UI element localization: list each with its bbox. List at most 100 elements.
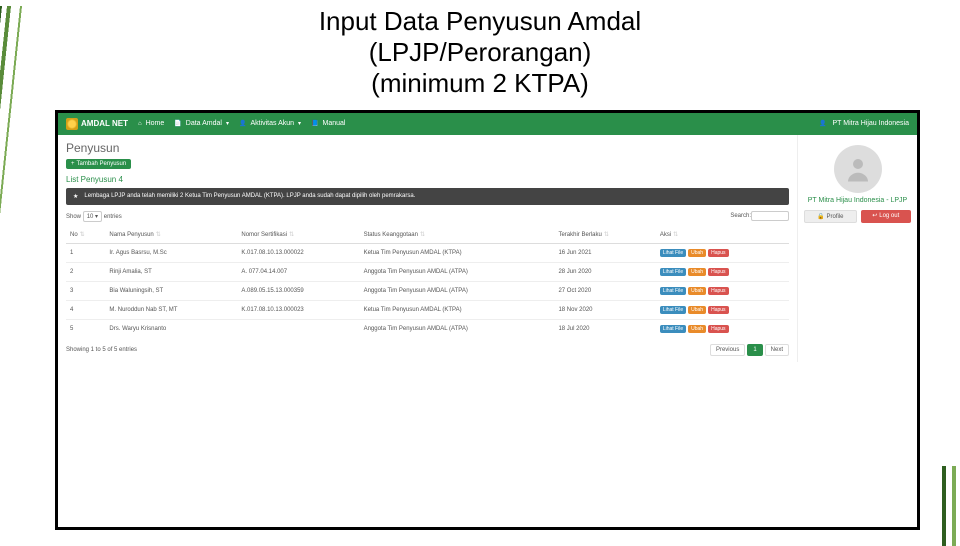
pager-current[interactable]: 1 bbox=[747, 344, 762, 356]
table-controls: Show 10 ▾ entries Search: bbox=[66, 211, 789, 222]
lihat-file-button[interactable]: Lihat File bbox=[660, 268, 686, 276]
lihat-file-button[interactable]: Lihat File bbox=[660, 287, 686, 295]
penyusun-table: No⇅ Nama Penyusun⇅ Nomor Sertifikasi⇅ St… bbox=[66, 226, 789, 338]
decoration-stripe-right bbox=[936, 466, 960, 546]
nav-home[interactable]: Home bbox=[138, 120, 164, 127]
nav-data-amdal[interactable]: Data Amdal bbox=[174, 120, 229, 127]
cell-nama: Rinji Amalia, ST bbox=[105, 262, 237, 281]
cell-nomor: A. 077.04.14.007 bbox=[237, 262, 359, 281]
side-panel: PT Mitra Hijau Indonesia - LPJP Profile … bbox=[797, 135, 917, 362]
slide-title-l2: (LPJP/Perorangan) bbox=[0, 37, 960, 68]
cell-status: Anggota Tim Penyusun AMDAL (ATPA) bbox=[360, 281, 555, 300]
showing-info: Showing 1 to 5 of 5 entries bbox=[66, 347, 137, 353]
alert-text: Lembaga LPJP anda telah memiliki 2 Ketua… bbox=[84, 193, 415, 199]
cell-berlaku: 16 Jun 2021 bbox=[554, 243, 655, 262]
search-input[interactable] bbox=[751, 211, 789, 221]
cell-nomor bbox=[237, 319, 359, 338]
col-nama[interactable]: Nama Penyusun⇅ bbox=[105, 226, 237, 244]
lihat-file-button[interactable]: Lihat File bbox=[660, 306, 686, 314]
cell-berlaku: 28 Jun 2020 bbox=[554, 262, 655, 281]
table-row: 3Bia Waluningsih, STA.089.05.15.13.00035… bbox=[66, 281, 789, 300]
cell-no: 3 bbox=[66, 281, 105, 300]
cell-berlaku: 27 Oct 2020 bbox=[554, 281, 655, 300]
screenshot-frame: AMDAL NET Home Data Amdal Aktivitas Akun… bbox=[55, 110, 920, 530]
hapus-button[interactable]: Hapus bbox=[708, 287, 728, 295]
cell-aksi: Lihat FileUbahHapus bbox=[656, 243, 789, 262]
nav-manual[interactable]: Manual bbox=[311, 120, 345, 127]
search-group: Search: bbox=[730, 213, 789, 219]
avatar bbox=[834, 145, 882, 193]
navbar: AMDAL NET Home Data Amdal Aktivitas Akun… bbox=[58, 113, 917, 135]
cell-aksi: Lihat FileUbahHapus bbox=[656, 319, 789, 338]
star-icon bbox=[73, 193, 80, 200]
table-footer: Showing 1 to 5 of 5 entries Previous 1 N… bbox=[66, 344, 789, 356]
col-nomor[interactable]: Nomor Sertifikasi⇅ bbox=[237, 226, 359, 244]
slide-title-l1: Input Data Penyusun Amdal bbox=[0, 6, 960, 37]
cell-status: Ketua Tim Penyusun AMDAL (KTPA) bbox=[360, 243, 555, 262]
cell-status: Anggota Tim Penyusun AMDAL (ATPA) bbox=[360, 262, 555, 281]
table-row: 5Drs. Waryu Krisnanto Anggota Tim Penyusu… bbox=[66, 319, 789, 338]
user-icon bbox=[819, 120, 828, 127]
cell-nama: M. Nuroddun Nab ST, MT bbox=[105, 300, 237, 319]
cell-aksi: Lihat FileUbahHapus bbox=[656, 281, 789, 300]
profile-button[interactable]: Profile bbox=[804, 210, 857, 223]
brand-text: AMDAL NET bbox=[81, 119, 128, 128]
navbar-left: AMDAL NET Home Data Amdal Aktivitas Akun… bbox=[66, 118, 346, 130]
ubah-button[interactable]: Ubah bbox=[688, 287, 706, 295]
cell-aksi: Lihat FileUbahHapus bbox=[656, 262, 789, 281]
hapus-button[interactable]: Hapus bbox=[708, 306, 728, 314]
lihat-file-button[interactable]: Lihat File bbox=[660, 325, 686, 333]
navbar-right[interactable]: PT Mitra Hijau Indonesia bbox=[819, 120, 909, 127]
show-entries: Show 10 ▾ entries bbox=[66, 211, 122, 222]
page-heading: Penyusun bbox=[66, 141, 789, 155]
cell-berlaku: 18 Jul 2020 bbox=[554, 319, 655, 338]
hapus-button[interactable]: Hapus bbox=[708, 325, 728, 333]
table-row: 1Ir. Agus Basrsu, M.ScK.017.08.10.13.000… bbox=[66, 243, 789, 262]
cell-no: 4 bbox=[66, 300, 105, 319]
list-panel-title: List Penyusun 4 bbox=[66, 175, 789, 184]
crest-icon bbox=[66, 118, 78, 130]
avatar-icon bbox=[843, 154, 873, 184]
ubah-button[interactable]: Ubah bbox=[688, 325, 706, 333]
brand[interactable]: AMDAL NET bbox=[66, 118, 128, 130]
col-status[interactable]: Status Keanggotaan⇅ bbox=[360, 226, 555, 244]
content-body: Penyusun Tambah Penyusun List Penyusun 4… bbox=[58, 135, 917, 362]
cell-nomor: K.017.08.10.13.000022 bbox=[237, 243, 359, 262]
col-berlaku[interactable]: Terakhir Berlaku⇅ bbox=[554, 226, 655, 244]
col-aksi[interactable]: Aksi⇅ bbox=[656, 226, 789, 244]
logout-button[interactable]: Log out bbox=[861, 210, 912, 223]
cell-nama: Drs. Waryu Krisnanto bbox=[105, 319, 237, 338]
company-name: PT Mitra Hijau Indonesia - LPJP bbox=[804, 197, 911, 204]
cell-no: 1 bbox=[66, 243, 105, 262]
pager-next[interactable]: Next bbox=[765, 344, 789, 356]
cell-no: 2 bbox=[66, 262, 105, 281]
col-no[interactable]: No⇅ bbox=[66, 226, 105, 244]
main-panel: Penyusun Tambah Penyusun List Penyusun 4… bbox=[58, 135, 797, 362]
hapus-button[interactable]: Hapus bbox=[708, 268, 728, 276]
cell-nomor: A.089.05.15.13.000359 bbox=[237, 281, 359, 300]
pager-prev[interactable]: Previous bbox=[710, 344, 745, 356]
ubah-button[interactable]: Ubah bbox=[688, 306, 706, 314]
slide-title: Input Data Penyusun Amdal (LPJP/Perorang… bbox=[0, 6, 960, 100]
cell-nomor: K.017.08.10.13.000023 bbox=[237, 300, 359, 319]
table-row: 2Rinji Amalia, STA. 077.04.14.007Anggota… bbox=[66, 262, 789, 281]
nav-aktivasi-akun[interactable]: Aktivitas Akun bbox=[239, 120, 301, 127]
cell-aksi: Lihat FileUbahHapus bbox=[656, 300, 789, 319]
account-name: PT Mitra Hijau Indonesia bbox=[832, 120, 909, 127]
cell-nama: Bia Waluningsih, ST bbox=[105, 281, 237, 300]
cell-berlaku: 18 Nov 2020 bbox=[554, 300, 655, 319]
pagination: Previous 1 Next bbox=[710, 344, 789, 356]
side-buttons: Profile Log out bbox=[804, 210, 911, 223]
alert-banner: Lembaga LPJP anda telah memiliki 2 Ketua… bbox=[66, 188, 789, 205]
cell-status: Anggota Tim Penyusun AMDAL (ATPA) bbox=[360, 319, 555, 338]
lihat-file-button[interactable]: Lihat File bbox=[660, 249, 686, 257]
slide-title-l3: (minimum 2 KTPA) bbox=[0, 68, 960, 99]
ubah-button[interactable]: Ubah bbox=[688, 249, 706, 257]
cell-no: 5 bbox=[66, 319, 105, 338]
add-penyusun-button[interactable]: Tambah Penyusun bbox=[66, 159, 131, 169]
cell-status: Ketua Tim Penyusun AMDAL (KTPA) bbox=[360, 300, 555, 319]
table-row: 4M. Nuroddun Nab ST, MTK.017.08.10.13.00… bbox=[66, 300, 789, 319]
hapus-button[interactable]: Hapus bbox=[708, 249, 728, 257]
ubah-button[interactable]: Ubah bbox=[688, 268, 706, 276]
entries-select[interactable]: 10 ▾ bbox=[83, 211, 102, 222]
